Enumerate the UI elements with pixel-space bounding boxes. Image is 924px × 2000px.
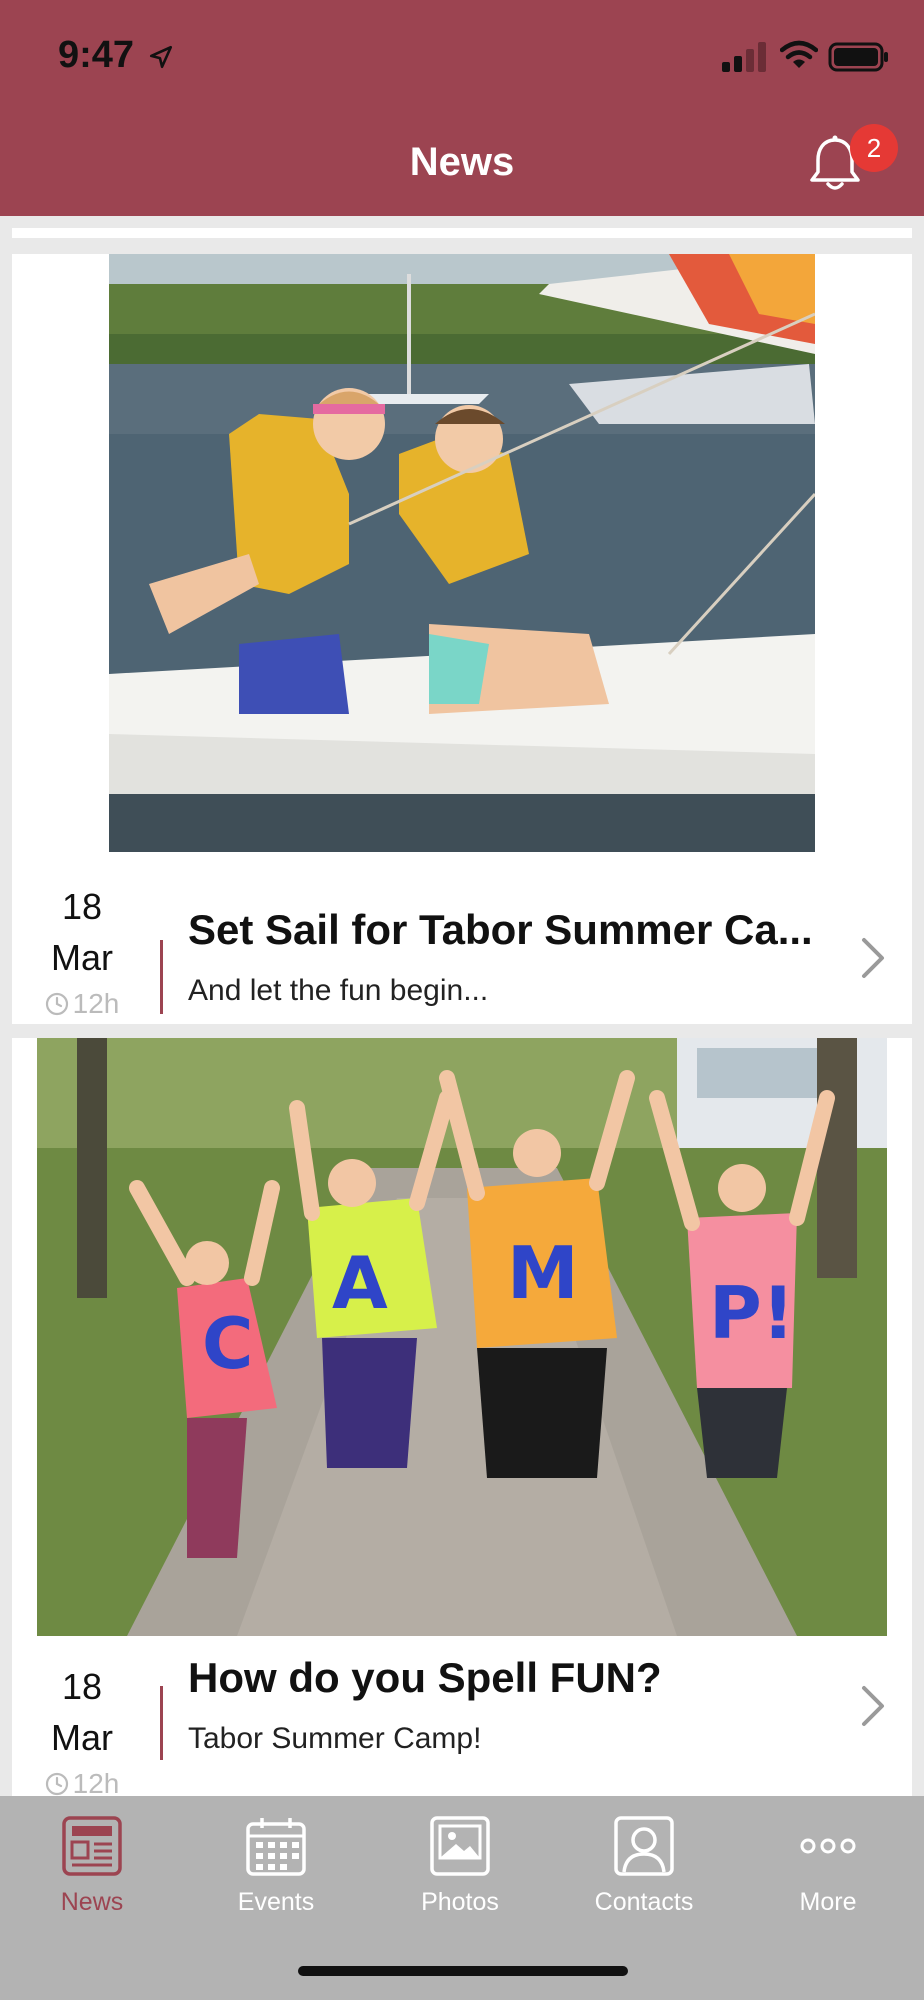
- status-time: 9:47: [58, 34, 135, 76]
- news-month: Mar: [51, 937, 113, 978]
- news-age-value: 12h: [72, 988, 120, 1019]
- news-feed[interactable]: 18 Mar 12h Set Sail for Tabor Summer Ca.…: [0, 216, 924, 1796]
- chevron-right-icon[interactable]: [858, 936, 888, 980]
- chevron-right-icon[interactable]: [858, 1684, 888, 1728]
- home-indicator: [298, 1966, 628, 1976]
- svg-text:P!: P!: [709, 1271, 795, 1355]
- notification-badge: 2: [850, 124, 898, 172]
- news-age: 12h: [12, 984, 152, 1024]
- cellular-signal-icon: [722, 42, 766, 72]
- photo-icon: [430, 1816, 490, 1876]
- camp-photo: C A M P!: [37, 1038, 887, 1636]
- news-card[interactable]: C A M P! 18 Mar 12h How do you Spell FUN…: [12, 1038, 912, 1796]
- news-age-value: 12h: [72, 1768, 120, 1796]
- calendar-icon: [246, 1818, 306, 1876]
- news-title[interactable]: Set Sail for Tabor Summer Ca...: [188, 906, 828, 954]
- page-title: News: [409, 140, 515, 184]
- battery-icon: [828, 42, 888, 72]
- sailboat-photo: [109, 254, 815, 852]
- news-subtitle: Tabor Summer Camp!: [188, 1722, 482, 1755]
- svg-text:C: C: [202, 1303, 253, 1385]
- news-divider: [160, 1686, 163, 1760]
- tab-photos[interactable]: Photos: [368, 1814, 552, 1917]
- news-day: 18: [61, 886, 103, 927]
- news-card[interactable]: 18 Mar 12h Set Sail for Tabor Summer Ca.…: [12, 254, 912, 1024]
- news-divider: [160, 940, 163, 1014]
- tab-events[interactable]: Events: [184, 1814, 368, 1917]
- wifi-icon: [780, 40, 818, 68]
- tab-label: News: [60, 1888, 124, 1916]
- svg-text:M: M: [507, 1231, 579, 1315]
- location-arrow-icon: [149, 45, 173, 69]
- app-header: 9:47 News 2: [0, 0, 924, 216]
- svg-text:A: A: [332, 1241, 388, 1325]
- tab-news[interactable]: News: [0, 1814, 184, 1917]
- news-day: 18: [61, 1666, 103, 1707]
- newspaper-icon: [62, 1816, 122, 1876]
- more-icon: [800, 1838, 856, 1854]
- tab-label: More: [799, 1888, 857, 1916]
- contact-icon: [614, 1816, 674, 1876]
- tab-more[interactable]: More: [736, 1814, 920, 1917]
- news-title[interactable]: How do you Spell FUN?: [188, 1654, 828, 1702]
- tab-contacts[interactable]: Contacts: [552, 1814, 736, 1917]
- tab-label: Photos: [421, 1888, 499, 1916]
- news-age: 12h: [12, 1764, 152, 1796]
- news-subtitle: And let the fun begin...: [188, 974, 489, 1007]
- clock-icon: [45, 1772, 68, 1796]
- news-date: 18 Mar 12h: [12, 882, 152, 1024]
- tab-label: Contacts: [594, 1888, 694, 1916]
- clock-icon: [45, 992, 68, 1016]
- tab-label: Events: [237, 1888, 315, 1916]
- news-date: 18 Mar 12h: [12, 1662, 152, 1796]
- feed-top-strip: [12, 228, 912, 238]
- news-month: Mar: [51, 1717, 113, 1758]
